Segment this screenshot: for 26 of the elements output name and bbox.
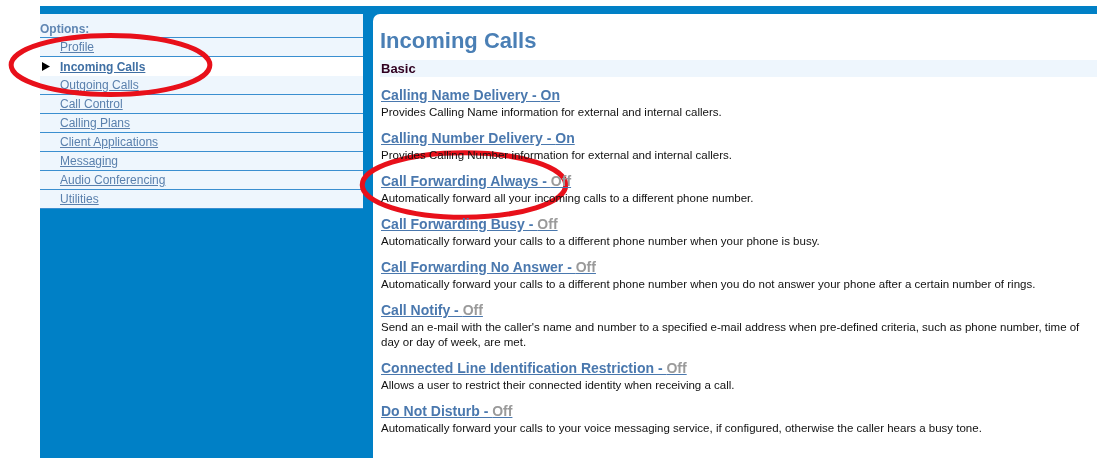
feature-link[interactable]: Calling Name Delivery - On bbox=[381, 87, 560, 103]
section-header: Basic bbox=[380, 60, 1097, 77]
sidebar-link[interactable]: Incoming Calls bbox=[60, 59, 146, 74]
sidebar-link[interactable]: Client Applications bbox=[60, 135, 159, 149]
sidebar-link[interactable]: Outgoing Calls bbox=[60, 78, 139, 92]
feature-link[interactable]: Call Notify - Off bbox=[381, 302, 483, 318]
feature-description: Automatically forward your calls to a different phone number when your phone is busy. bbox=[381, 234, 821, 249]
sidebar-heading: Options: bbox=[40, 14, 363, 38]
feature-description: Automatically forward your calls to a different phone number when you do not answer your phone after a certain number of rings. bbox=[381, 277, 1037, 292]
sidebar-link[interactable]: Messaging bbox=[60, 154, 119, 168]
pointer-icon bbox=[42, 62, 50, 71]
feature-description: Automatically forward your calls to your voice messaging service, if configured, otherwise the caller hears a busy tone. bbox=[381, 421, 983, 436]
feature-description: Send an e-mail with the caller's name and number to a specified e-mail address when pre-defined criteria, such as phone number, time of day or day of week, are met. bbox=[381, 320, 1081, 350]
feature-link[interactable]: Call Forwarding No Answer - Off bbox=[381, 259, 596, 275]
page-title: Incoming Calls bbox=[380, 28, 538, 54]
sidebar-link[interactable]: Utilities bbox=[60, 192, 99, 206]
sidebar-link[interactable]: Audio Conferencing bbox=[60, 173, 166, 187]
feature-description: Allows a user to restrict their connected identity when receiving a call. bbox=[381, 378, 736, 393]
feature-link[interactable]: Call Forwarding Busy - Off bbox=[381, 216, 558, 232]
feature-link[interactable]: Connected Line Identification Restriction - Off bbox=[381, 360, 687, 376]
sidebar-link[interactable]: Profile bbox=[60, 40, 94, 54]
sidebar-link[interactable]: Calling Plans bbox=[60, 116, 131, 130]
feature-description: Provides Calling Name information for external and internal callers. bbox=[381, 105, 723, 120]
sidebar-link[interactable]: Call Control bbox=[60, 97, 123, 111]
feature-link[interactable]: Do Not Disturb - Off bbox=[381, 403, 513, 419]
feature-link[interactable]: Calling Number Delivery - On bbox=[381, 130, 575, 146]
